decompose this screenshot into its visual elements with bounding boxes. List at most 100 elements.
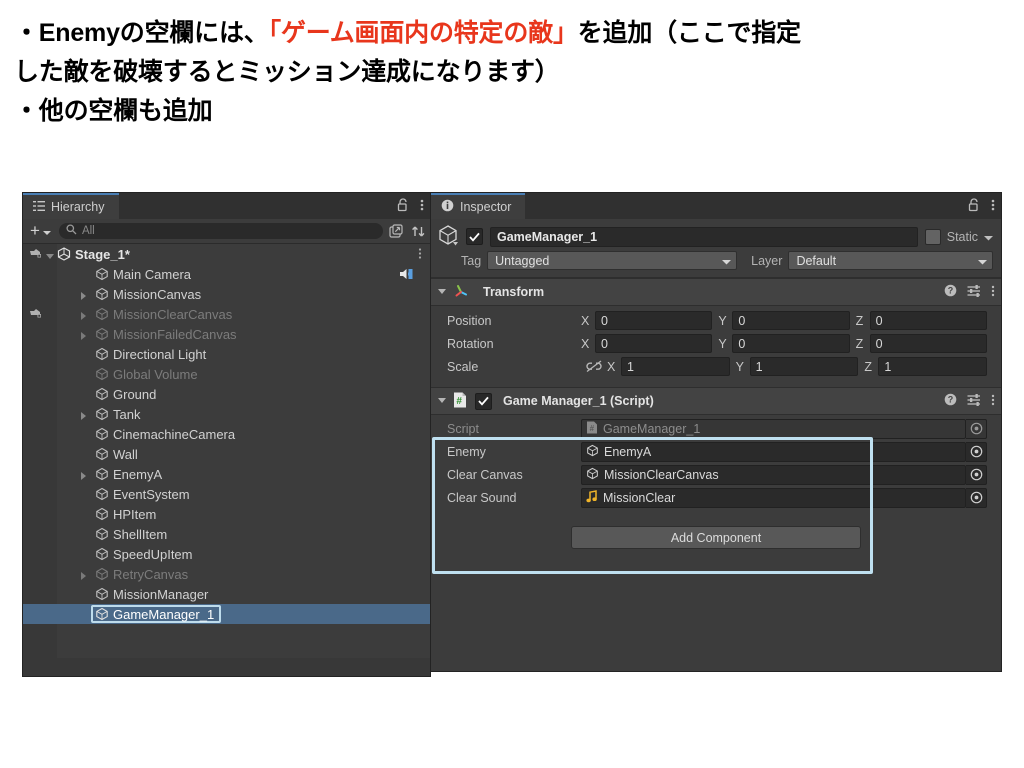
hierarchy-row-missionmanager[interactable]: MissionManager — [23, 584, 430, 604]
hierarchy-tree[interactable]: Stage_1* Main Camera MissionCanvas Missi… — [23, 244, 430, 658]
hierarchy-row-ground[interactable]: Ground — [23, 384, 430, 404]
object-field-wrap: MissionClear — [581, 487, 993, 508]
axis-label-y: Y — [735, 359, 745, 374]
tab-inspector[interactable]: Inspector — [431, 193, 526, 219]
hierarchy-row-global-volume[interactable]: Global Volume — [23, 364, 430, 384]
tab-hierarchy[interactable]: Hierarchy — [23, 193, 119, 219]
create-object-button[interactable]: + — [26, 222, 55, 239]
tag-dropdown[interactable]: Untagged — [487, 251, 738, 270]
component-body-game-manager-script: Script # GameManager_1 Enemy EnemyA Clea… — [431, 415, 1001, 514]
collapse-arrow-icon[interactable] — [437, 394, 447, 408]
lock-open-icon[interactable] — [397, 197, 409, 215]
position-x-input[interactable]: 0 — [595, 311, 713, 330]
object-name-field[interactable]: GameManager_1 — [490, 226, 918, 247]
property-rotation: Rotation X 0 Y 0 Z 0 — [431, 332, 993, 355]
object-enabled-checkbox[interactable] — [466, 228, 483, 245]
expand-arrow-icon[interactable] — [78, 309, 88, 320]
kebab-menu-icon[interactable] — [418, 247, 422, 263]
gameobject-cube-icon — [95, 347, 109, 361]
object-picker-icon[interactable] — [966, 441, 987, 462]
component-header-game-manager-script[interactable]: # Game Manager_1 (Script) ? — [431, 387, 1001, 415]
kebab-menu-icon[interactable] — [991, 284, 995, 301]
hierarchy-row-eventsystem[interactable]: EventSystem — [23, 484, 430, 504]
hierarchy-row-retrycanvas[interactable]: RetryCanvas — [23, 564, 430, 584]
position-y-input[interactable]: 0 — [732, 311, 850, 330]
scene-visibility-icon[interactable] — [27, 246, 43, 262]
preset-icon[interactable] — [967, 393, 981, 409]
property-label: Position — [447, 313, 492, 328]
vector3-x: X 0 — [581, 311, 718, 330]
help-icon[interactable]: ? — [944, 393, 957, 409]
gameobject-cube-icon — [95, 367, 109, 381]
add-component-button[interactable]: Add Component — [571, 526, 861, 549]
expand-arrow-icon[interactable] — [78, 569, 88, 580]
scale-z-input[interactable]: 1 — [878, 357, 988, 376]
clear-canvas-object-field[interactable]: MissionClearCanvas — [581, 464, 966, 485]
gameobject-cube-icon — [95, 427, 109, 441]
info-icon — [441, 199, 454, 215]
static-label: Static — [946, 229, 978, 244]
axis-label-x: X — [581, 336, 590, 351]
svg-text:#: # — [590, 424, 595, 433]
component-enabled-checkbox[interactable] — [475, 392, 492, 410]
lock-open-icon[interactable] — [968, 197, 980, 215]
scene-visibility-icon[interactable] — [27, 306, 43, 322]
expand-arrow-icon[interactable] — [78, 329, 88, 340]
hierarchy-row-shellitem[interactable]: ShellItem — [23, 524, 430, 544]
component-body-transform: Position X 0 Y 0 Z 0 Rotation X 0 Y 0 Z … — [431, 306, 1001, 383]
expand-arrow-icon[interactable] — [78, 469, 88, 480]
hierarchy-row-wall[interactable]: Wall — [23, 444, 430, 464]
hierarchy-row-tank[interactable]: Tank — [23, 404, 430, 424]
kebab-menu-icon[interactable] — [991, 393, 995, 410]
chevron-down-icon[interactable] — [984, 229, 993, 244]
hierarchy-row-stage_1[interactable]: Stage_1* — [23, 244, 430, 264]
rotation-y-input[interactable]: 0 — [732, 334, 850, 353]
clear-sound-object-field[interactable]: MissionClear — [581, 487, 966, 508]
hierarchy-row-missioncanvas[interactable]: MissionCanvas — [23, 284, 430, 304]
csharp-script-icon: # — [453, 392, 467, 411]
scale-y-input[interactable]: 1 — [749, 357, 859, 376]
object-picker-icon[interactable] — [966, 464, 987, 485]
rotation-z-input[interactable]: 0 — [869, 334, 987, 353]
hierarchy-row-main-camera[interactable]: Main Camera — [23, 264, 430, 284]
layer-dropdown[interactable]: Default — [788, 251, 993, 270]
filter-window-icon[interactable] — [387, 223, 405, 239]
scale-x-input[interactable]: 1 — [621, 357, 730, 376]
hierarchy-row-cinemachinecamera[interactable]: CinemachineCamera — [23, 424, 430, 444]
hierarchy-item-name: CinemachineCamera — [113, 426, 236, 442]
inspector-name-row: GameManager_1 Static — [437, 225, 993, 247]
chevron-down-icon — [978, 254, 987, 268]
kebab-menu-icon[interactable] — [420, 198, 424, 215]
object-picker-icon[interactable] — [966, 487, 987, 508]
hierarchy-tabbar-actions — [397, 193, 424, 219]
sort-icon[interactable] — [409, 224, 427, 239]
component-header-transform[interactable]: Transform ? — [431, 278, 1001, 306]
svg-text:?: ? — [948, 286, 954, 296]
rotation-x-input[interactable]: 0 — [595, 334, 713, 353]
hierarchy-row-hpitem[interactable]: HPItem — [23, 504, 430, 524]
hierarchy-row-enemya[interactable]: EnemyA — [23, 464, 430, 484]
expand-arrow-icon[interactable] — [78, 289, 88, 300]
transform-axes-icon — [453, 283, 469, 302]
hierarchy-row-missionclearcanvas[interactable]: MissionClearCanvas — [23, 304, 430, 324]
enemy-object-field[interactable]: EnemyA — [581, 441, 966, 462]
component-title: Transform — [483, 285, 545, 299]
caption-line-1: ・Enemyの空欄には、「ゲーム画面内の特定の敵」を追加（ここで指定 — [14, 14, 1010, 53]
gameobject-cube-icon — [586, 467, 599, 483]
hierarchy-row-gamemanager_1[interactable]: GameManager_1 — [23, 604, 430, 624]
position-z-input[interactable]: 0 — [869, 311, 987, 330]
kebab-menu-icon[interactable] — [991, 198, 995, 215]
preset-icon[interactable] — [967, 284, 981, 300]
expand-arrow-icon[interactable] — [78, 409, 88, 420]
hierarchy-row-missionfailedcanvas[interactable]: MissionFailedCanvas — [23, 324, 430, 344]
static-checkbox[interactable] — [924, 228, 941, 245]
hierarchy-row-directional-light[interactable]: Directional Light — [23, 344, 430, 364]
help-icon[interactable]: ? — [944, 284, 957, 300]
collapse-arrow-icon[interactable] — [437, 285, 447, 299]
search-input[interactable]: All — [58, 223, 383, 239]
hierarchy-row-speedupitem[interactable]: SpeedUpItem — [23, 544, 430, 564]
expand-arrow-icon[interactable] — [45, 249, 55, 259]
object-picker-icon — [966, 418, 987, 439]
hierarchy-item-name: SpeedUpItem — [113, 546, 193, 562]
static-control[interactable]: Static — [924, 228, 993, 245]
